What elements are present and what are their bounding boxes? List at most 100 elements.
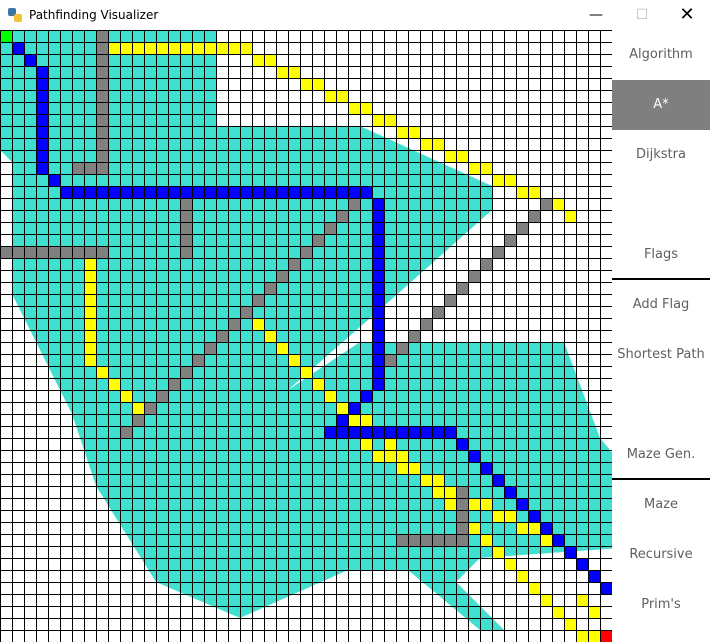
path-cell — [420, 426, 432, 438]
path-cell — [264, 186, 276, 198]
section-label-flags: Flags — [643, 247, 679, 262]
frontier-cell — [492, 546, 504, 558]
window-title: Pathfinding Visualizer — [29, 8, 159, 22]
wall-cell — [96, 150, 108, 162]
path-cell — [372, 330, 384, 342]
algorithm-dijkstra-button[interactable]: Dijkstra — [612, 130, 710, 180]
wall-cell — [180, 198, 192, 210]
path-cell — [96, 186, 108, 198]
wall-cell — [24, 246, 36, 258]
frontier-cell — [336, 402, 348, 414]
frontier-cell — [588, 606, 600, 618]
wall-cell — [48, 246, 60, 258]
frontier-cell — [516, 186, 528, 198]
maze-button[interactable]: Maze — [612, 480, 710, 530]
frontier-cell — [360, 102, 372, 114]
path-cell — [360, 186, 372, 198]
frontier-cell — [396, 462, 408, 474]
path-cell — [360, 426, 372, 438]
path-cell — [564, 546, 576, 558]
frontier-cell — [132, 42, 144, 54]
path-cell — [132, 186, 144, 198]
wall-cell — [420, 534, 432, 546]
section-label-maze-gen: Maze Gen. — [626, 447, 696, 462]
frontier-cell — [432, 474, 444, 486]
frontier-cell — [540, 534, 552, 546]
path-cell — [156, 186, 168, 198]
path-cell — [144, 186, 156, 198]
wall-cell — [96, 42, 108, 54]
title-bar: Pathfinding Visualizer — ☐ ✕ — [0, 0, 710, 30]
path-cell — [372, 210, 384, 222]
path-cell — [36, 78, 48, 90]
sidebar-empty-slot — [612, 180, 710, 230]
path-cell — [432, 426, 444, 438]
add-flag-button[interactable]: Add Flag — [612, 280, 710, 330]
maximize-button[interactable]: ☐ — [619, 0, 665, 30]
frontier-cell — [420, 474, 432, 486]
wall-cell — [408, 330, 420, 342]
path-cell — [72, 186, 84, 198]
wall-cell — [204, 342, 216, 354]
frontier-cell — [228, 42, 240, 54]
close-button[interactable]: ✕ — [664, 0, 710, 30]
wall-cell — [60, 246, 72, 258]
recursive-maze-button[interactable]: Recursive — [612, 530, 710, 580]
path-cell — [372, 378, 384, 390]
wall-cell — [276, 270, 288, 282]
path-cell — [540, 522, 552, 534]
wall-cell — [240, 306, 252, 318]
frontier-cell — [264, 330, 276, 342]
frontier-cell — [384, 114, 396, 126]
path-cell — [480, 462, 492, 474]
frontier-cell — [276, 66, 288, 78]
wall-cell — [156, 390, 168, 402]
frontier-cell — [312, 378, 324, 390]
wall-cell — [84, 246, 96, 258]
frontier-cell — [84, 282, 96, 294]
wall-cell — [492, 246, 504, 258]
frontier-cell — [252, 318, 264, 330]
wall-cell — [96, 162, 108, 174]
path-cell — [36, 114, 48, 126]
path-cell — [372, 294, 384, 306]
frontier-cell — [372, 450, 384, 462]
path-cell — [444, 426, 456, 438]
wall-cell — [348, 198, 360, 210]
wall-cell — [420, 318, 432, 330]
frontier-cell — [336, 90, 348, 102]
frontier-cell — [348, 414, 360, 426]
pathfinding-grid[interactable] — [0, 30, 612, 642]
path-cell — [372, 426, 384, 438]
wall-cell — [96, 78, 108, 90]
path-cell — [36, 102, 48, 114]
path-cell — [312, 186, 324, 198]
algorithm-astar-button[interactable]: A* — [612, 80, 710, 130]
end-cell — [600, 630, 612, 642]
wall-cell — [516, 222, 528, 234]
sidebar-menu: Algorithm A* Dijkstra Flags Add Flag Sho… — [612, 30, 710, 642]
path-cell — [372, 318, 384, 330]
minimize-button[interactable]: — — [573, 0, 619, 30]
frontier-cell — [96, 366, 108, 378]
frontier-cell — [564, 210, 576, 222]
path-cell — [36, 150, 48, 162]
wall-cell — [96, 138, 108, 150]
sidebar-empty-slot — [612, 380, 710, 430]
path-cell — [372, 306, 384, 318]
frontier-cell — [480, 162, 492, 174]
path-cell — [336, 426, 348, 438]
frontier-cell — [276, 342, 288, 354]
frontier-cell — [576, 594, 588, 606]
path-cell — [372, 270, 384, 282]
frontier-cell — [576, 630, 588, 642]
frontier-cell — [288, 66, 300, 78]
prims-maze-button[interactable]: Prim's — [612, 580, 710, 630]
path-cell — [204, 186, 216, 198]
path-cell — [48, 174, 60, 186]
frontier-cell — [84, 318, 96, 330]
shortest-path-button[interactable]: Shortest Path — [612, 330, 710, 380]
path-cell — [336, 186, 348, 198]
wall-cell — [180, 246, 192, 258]
wall-cell — [228, 318, 240, 330]
